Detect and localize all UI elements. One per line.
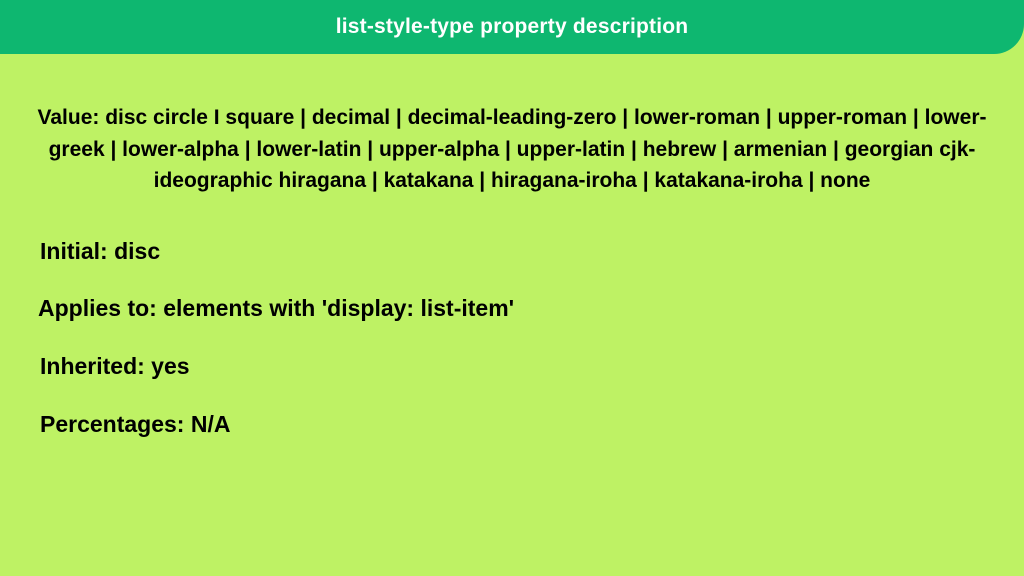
applies-to-row: Applies to: elements with 'display: list… (38, 294, 1000, 324)
inherited-row: Inherited: yes (40, 352, 1000, 382)
initial-row: Initial: disc (40, 237, 1000, 267)
header-title: list-style-type property description (336, 15, 689, 39)
value-description: Value: disc circle I square | decimal | … (32, 102, 992, 197)
percentages-row: Percentages: N/A (40, 410, 1000, 440)
content-area: Value: disc circle I square | decimal | … (0, 54, 1024, 440)
header-bar: list-style-type property description (0, 0, 1024, 54)
